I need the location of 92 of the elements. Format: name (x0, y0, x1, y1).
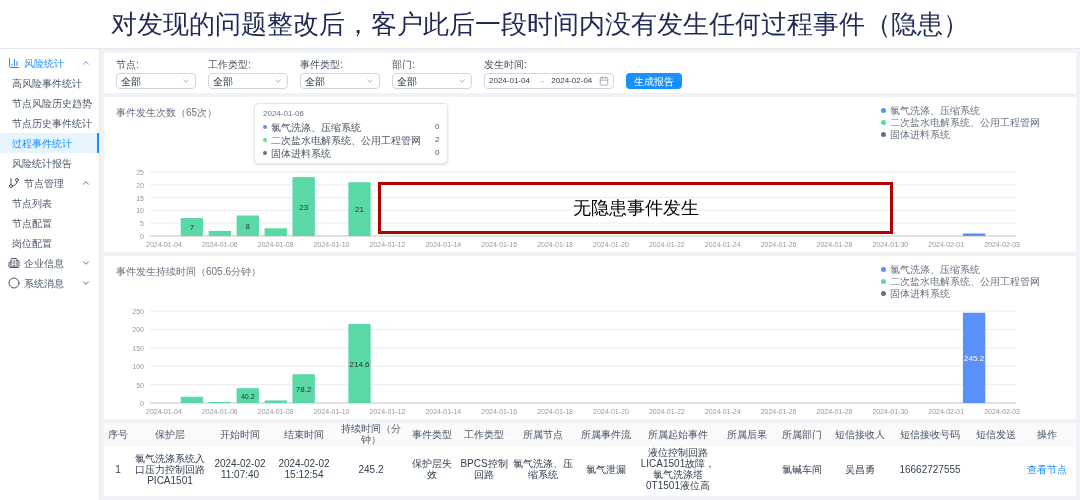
bar-value-label: 21 (355, 205, 364, 215)
sidebar-item[interactable]: 节点列表 (0, 193, 99, 213)
table-cell-text: 氯气洗涤系统入口压力控制回路PICA1501 (134, 452, 206, 486)
column-header: 持续时间（分钟） (340, 423, 402, 445)
bar-value-label: 214.6 (349, 359, 370, 369)
legend-label: 氯气洗涤、压缩系统 (890, 264, 980, 275)
column-header: 序号 (107, 428, 129, 440)
column-header: 所属事件流 (580, 428, 632, 440)
chevron-down-icon (457, 76, 467, 86)
building-icon (8, 257, 20, 269)
bar[interactable] (292, 374, 315, 403)
table-cell-text: 保护层失效 (411, 458, 453, 480)
bar[interactable] (236, 388, 259, 403)
table-cell-text: 氯碱车间 (781, 463, 823, 475)
bar[interactable] (208, 230, 231, 236)
legend-label: 氯气洗涤、压缩系统 (890, 105, 980, 116)
bar[interactable] (180, 218, 204, 236)
legend-label: 固体进料系统 (890, 129, 950, 140)
column-header: 保护层 (154, 428, 186, 440)
chart-title: 事件发生持续时间（605.6分钟） (116, 265, 262, 279)
filter-label: 事件类型: (300, 58, 344, 72)
select-field[interactable]: 全部 (208, 73, 288, 89)
sidebar-item[interactable]: 节点历史事件统计 (0, 113, 99, 133)
filter-label: 部门: (392, 58, 416, 72)
chevron-down-icon (181, 76, 191, 86)
column-header: 操作 (1036, 428, 1058, 440)
filter-label: 节点: (116, 58, 140, 72)
bar-value-label: 7 (189, 223, 195, 233)
legend-label: 固体进料系统 (890, 288, 950, 299)
bar[interactable] (180, 396, 204, 403)
branch-icon (8, 177, 20, 189)
tooltip-value: 0 (435, 121, 440, 133)
select-field[interactable]: 全部 (116, 73, 196, 89)
bar[interactable] (962, 312, 986, 403)
sidebar-group[interactable]: 系统消息 (0, 273, 99, 293)
table-cell-text: 1 (114, 463, 122, 475)
tooltip-value: 2 (435, 134, 440, 146)
column-header: 所属节点 (522, 428, 564, 440)
column-header: 所属部门 (781, 428, 823, 440)
sidebar-item[interactable]: 高风险事件统计 (0, 73, 99, 93)
table-cell-text: 氯气泄漏 (585, 463, 627, 475)
table-cell-text: 2024-02-02 15:12:54 (277, 458, 331, 480)
chart-icon (8, 57, 20, 69)
slide-title: 对发现的问题整改后，客户此后一段时间内没有发生任何过程事件（隐患） (111, 7, 969, 41)
tooltip-label: 固体进料系统 (271, 147, 332, 159)
bar-value-label: 23 (299, 202, 309, 212)
column-header: 所属起始事件 (647, 428, 709, 440)
table-cell-text: 245.2 (357, 463, 385, 475)
sidebar-group[interactable]: 节点管理 (0, 173, 99, 193)
sidebar-item[interactable]: 节点风险历史趋势 (0, 93, 99, 113)
table-cell-text: 2024-02-02 11:07:40 (213, 458, 267, 480)
sidebar-item[interactable]: 岗位配置 (0, 233, 99, 253)
legend-label: 二次盐水电解系统、公用工程管网 (890, 117, 1040, 128)
bar[interactable] (292, 177, 315, 236)
table-cell-text: 氯气洗涤、压缩系统 (512, 458, 574, 480)
column-header: 短信发送 (975, 428, 1017, 440)
column-header: 短信接收人 (834, 428, 886, 440)
column-header: 事件类型 (411, 428, 453, 440)
chevron-down-icon (365, 76, 375, 86)
tooltip-label: 二次盐水电解系统、公用工程管网 (271, 134, 422, 146)
column-header: 短信接收号码 (899, 428, 961, 440)
sidebar-item[interactable]: 节点配置 (0, 213, 99, 233)
chevron-down-icon (273, 76, 283, 86)
annotation-box: 无隐患事件发生 (378, 182, 893, 234)
bar-value-label: 78.2 (295, 384, 312, 394)
table-cell-text: BPCS控制回路 (459, 458, 509, 480)
tooltip-value: 0 (435, 147, 440, 159)
bar-value-label: 8 (245, 221, 250, 231)
calendar-icon (599, 76, 609, 86)
filter-label: 发生时间: (484, 58, 528, 72)
bar-value-label: 245.2 (964, 353, 985, 363)
bar[interactable] (236, 215, 259, 236)
legend-label: 二次盐水电解系统、公用工程管网 (890, 276, 1040, 287)
tooltip-label: 氯气洗涤、压缩系统 (271, 121, 362, 133)
chart-title: 事件发生次数（65次） (116, 106, 218, 120)
filter-label: 工作类型: (208, 58, 252, 72)
table-cell-text: 16662727555 (898, 463, 962, 475)
column-header: 结束时间 (283, 428, 325, 440)
sidebar-item[interactable]: 风险统计报告 (0, 153, 99, 173)
bar[interactable] (348, 324, 371, 403)
select-field[interactable]: 全部 (300, 73, 380, 89)
column-header: 工作类型 (463, 428, 505, 440)
date-range-field[interactable]: 2024-01-04 → 2024-02-04 (484, 73, 614, 89)
column-header: 开始时间 (219, 428, 261, 440)
tooltip-date: 2024-01-06 (263, 108, 305, 120)
column-header: 所属后果 (726, 428, 768, 440)
select-field[interactable]: 全部 (392, 73, 472, 89)
sidebar-group[interactable]: 企业信息 (0, 253, 99, 273)
table-cell-text: 吴昌勇 (844, 463, 876, 475)
circle-icon (8, 277, 20, 289)
bar[interactable] (962, 233, 986, 236)
table-cell-text: 液位控制回路LICA1501故障，氯气洗涤塔0T1501液位高 (639, 447, 717, 491)
